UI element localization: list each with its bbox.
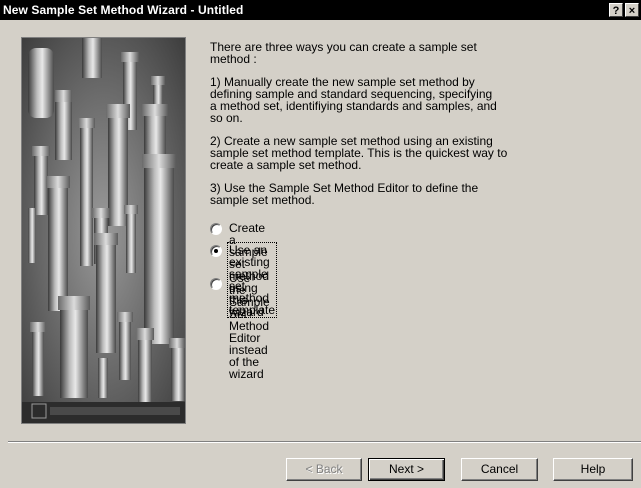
intro-text: There are three ways you can create a sa… — [210, 41, 510, 217]
radio-button[interactable] — [210, 278, 222, 290]
option-label: Use the Sample Set Method Editor instead… — [229, 271, 270, 381]
intro-paragraph-3: 3) Use the Sample Set Method Editor to d… — [210, 181, 479, 207]
window-title: New Sample Set Method Wizard - Untitled — [3, 3, 244, 17]
close-button[interactable]: × — [625, 3, 639, 17]
cancel-button[interactable]: Cancel — [461, 458, 538, 481]
next-button[interactable]: Next > — [368, 458, 445, 481]
intro-paragraph-1: 1) Manually create the new sample set me… — [210, 75, 497, 125]
wizard-vials-illustration — [21, 37, 186, 424]
wizard-window: New Sample Set Method Wizard - Untitled … — [0, 0, 641, 488]
title-bar[interactable]: New Sample Set Method Wizard - Untitled … — [0, 0, 641, 20]
radio-selected-dot — [214, 249, 218, 253]
intro-paragraph-2: 2) Create a new sample set method using … — [210, 134, 508, 172]
button-separator — [8, 441, 641, 443]
context-help-button[interactable]: ? — [609, 3, 623, 17]
back-button[interactable]: < Back — [286, 458, 362, 481]
radio-button[interactable] — [210, 245, 222, 257]
radio-button[interactable] — [210, 223, 222, 235]
help-button[interactable]: Help — [553, 458, 633, 481]
intro-paragraph-0: There are three ways you can create a sa… — [210, 40, 477, 66]
vials-image — [22, 38, 185, 423]
